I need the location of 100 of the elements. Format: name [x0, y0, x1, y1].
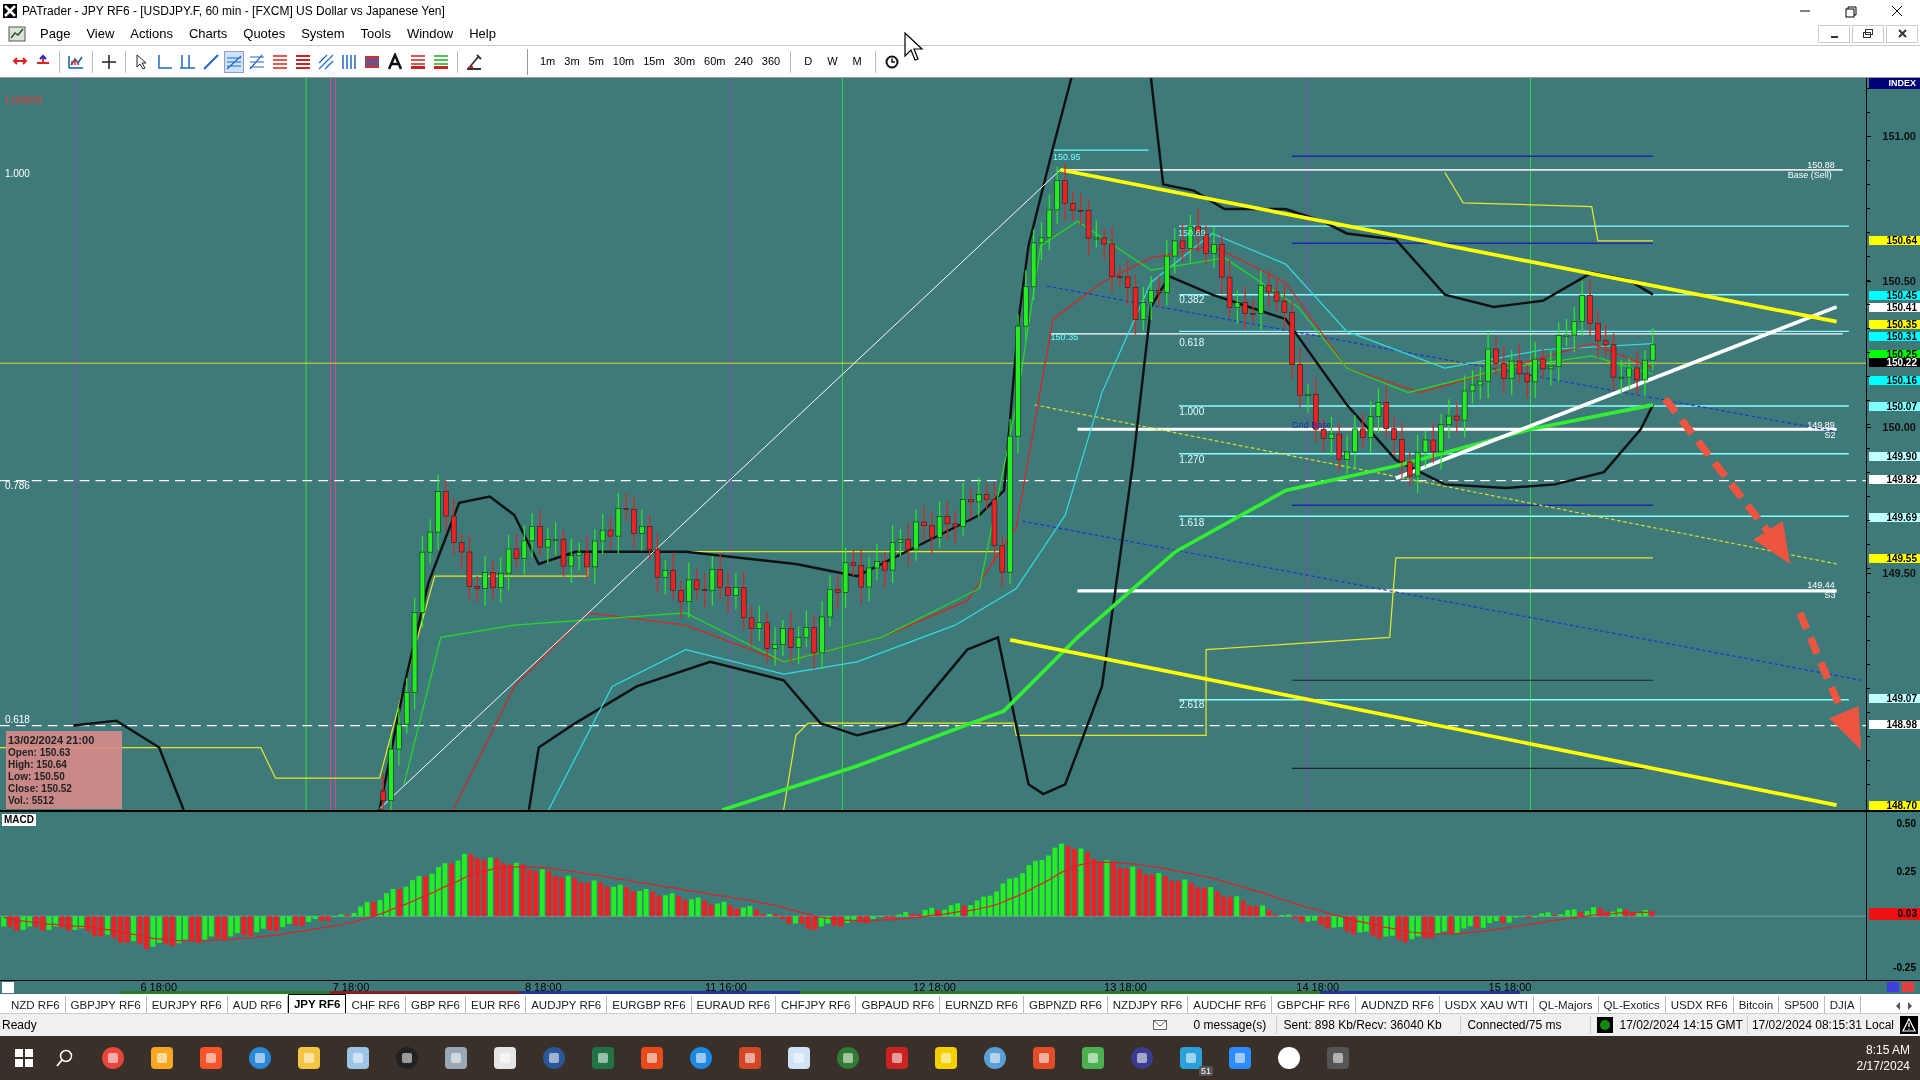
- symbol-tab[interactable]: AUDCHF RF6: [1188, 996, 1273, 1013]
- taskbar-app-icon[interactable]: [1129, 1046, 1154, 1070]
- taskbar-app-icon[interactable]: [884, 1046, 909, 1070]
- app-logo-icon: [3, 4, 17, 18]
- traffic-status: Sent: 898 Kb/Recv: 36040 Kb: [1277, 1016, 1462, 1034]
- mdi-restore-button[interactable]: [1852, 24, 1884, 43]
- symbol-tab[interactable]: SP500: [1779, 996, 1825, 1013]
- price-badge: 150.25: [1869, 349, 1920, 359]
- menu-item[interactable]: System: [293, 23, 353, 44]
- menu-item[interactable]: Page: [32, 23, 79, 44]
- taskbar-app-icon[interactable]: [541, 1046, 566, 1070]
- taskbar-app-icon[interactable]: [1080, 1046, 1105, 1070]
- symbol-tab[interactable]: DJIA: [1824, 996, 1861, 1013]
- messages-status: 0 message(s): [1181, 1016, 1278, 1034]
- menu-item[interactable]: Window: [398, 23, 462, 44]
- symbol-tab[interactable]: EURNZD RF6: [940, 996, 1024, 1013]
- taskbar-app-icon[interactable]: [345, 1046, 370, 1070]
- taskbar-app-icon[interactable]: [443, 1046, 468, 1070]
- parallel-lines-tool-icon[interactable]: [224, 50, 244, 73]
- taskbar-app-icon[interactable]: [492, 1046, 517, 1070]
- locked-label: Locked: [6, 93, 42, 105]
- taskbar-app-icon[interactable]: [198, 1046, 223, 1070]
- timeframe-button[interactable]: 1m: [537, 53, 559, 70]
- menu-item[interactable]: View: [78, 23, 123, 44]
- timeframe-button[interactable]: 10m: [609, 53, 638, 70]
- symbol-tab[interactable]: QL-Majors: [1533, 996, 1599, 1013]
- mdi-close-button[interactable]: [1886, 24, 1918, 43]
- period-button[interactable]: D: [798, 53, 819, 70]
- symbol-tab[interactable]: EURJPY RF6: [146, 996, 228, 1013]
- taskbar-app-icon[interactable]: [1227, 1046, 1252, 1070]
- symbol-tab[interactable]: CHF RF6: [346, 996, 406, 1013]
- timeframe-button[interactable]: 240: [731, 53, 756, 70]
- taskbar-app-icon[interactable]: [296, 1046, 321, 1070]
- date-label: 11 16:00: [704, 981, 747, 994]
- taskbar-app-icon[interactable]: [688, 1046, 713, 1070]
- price-badge: 149.69: [1869, 512, 1920, 522]
- menu-item[interactable]: Charts: [180, 23, 236, 44]
- taskbar-app-icon[interactable]: [982, 1046, 1007, 1070]
- taskbar-app-icon[interactable]: [1178, 1046, 1203, 1070]
- symbol-tab[interactable]: USDX XAU WTI: [1439, 996, 1534, 1013]
- price-badge: 149.55: [1869, 553, 1920, 563]
- symbol-tab[interactable]: EUR RF6: [465, 996, 527, 1013]
- symbol-tab[interactable]: AUDNZD RF6: [1355, 996, 1440, 1013]
- symbol-tab[interactable]: CHFJPY RF6: [776, 996, 857, 1013]
- timeframe-button[interactable]: 360: [758, 53, 784, 70]
- timeframe-button[interactable]: 5m: [585, 53, 607, 70]
- fib-level-label: 1.618: [1179, 517, 1205, 528]
- menu-item[interactable]: Tools: [352, 23, 399, 44]
- symbol-tab[interactable]: Bitcoin: [1733, 996, 1780, 1013]
- taskbar-app-icon[interactable]: [835, 1046, 860, 1070]
- symbol-tab[interactable]: JPY RF6: [287, 994, 347, 1013]
- taskbar-app-icon[interactable]: [394, 1046, 419, 1070]
- symbol-tab[interactable]: EURGBP RF6: [607, 996, 692, 1013]
- macd-value-badge: 0.03: [1869, 908, 1920, 920]
- price-tick-label: 149.50: [1882, 566, 1916, 579]
- taskbar-app-icon[interactable]: [149, 1046, 174, 1070]
- price-badge: 150.45: [1869, 291, 1920, 301]
- taskbar-date: 2/17/2024: [1856, 1058, 1910, 1074]
- taskbar-app-icon[interactable]: [1031, 1046, 1056, 1070]
- taskbar-app-icon[interactable]: [933, 1046, 958, 1070]
- symbol-tab[interactable]: GBP RF6: [405, 996, 466, 1013]
- timeframe-button[interactable]: 60m: [701, 53, 729, 70]
- symbol-tab[interactable]: GBPCHF RF6: [1272, 996, 1356, 1013]
- mdi-minimize-button[interactable]: [1818, 24, 1850, 43]
- fib-level-label: 0.618: [4, 714, 30, 725]
- menu-item[interactable]: Help: [461, 23, 504, 44]
- symbol-tab[interactable]: AUDJPY RF6: [526, 996, 608, 1013]
- date-label: 6 18:00: [140, 981, 178, 994]
- fib-level-label: 2.618: [1179, 700, 1205, 711]
- symbol-tab[interactable]: NZDJPY RF6: [1107, 996, 1189, 1013]
- menu-item[interactable]: Quotes: [235, 23, 294, 44]
- period-button[interactable]: W: [821, 53, 844, 70]
- taskbar-app-icon[interactable]: [1276, 1046, 1301, 1070]
- symbol-tab[interactable]: USDX RF6: [1665, 996, 1734, 1013]
- symbol-tab[interactable]: QL-Exotics: [1598, 996, 1666, 1013]
- symbol-tab[interactable]: NZD RF6: [6, 996, 66, 1013]
- timeframe-button[interactable]: 3m: [561, 53, 583, 70]
- macd-tick-label: -0.25: [1893, 962, 1916, 974]
- symbol-tab[interactable]: EURAUD RF6: [691, 996, 777, 1013]
- symbol-tab[interactable]: AUD RF6: [227, 996, 288, 1013]
- taskbar-app-icon[interactable]: [639, 1046, 664, 1070]
- menu-item[interactable]: Actions: [122, 23, 181, 44]
- taskbar-app-icon[interactable]: [590, 1046, 615, 1070]
- symbol-tab[interactable]: GBPAUD RF6: [856, 996, 941, 1013]
- timeframe-button[interactable]: 30m: [670, 53, 699, 70]
- chart-annotation: S3: [1824, 591, 1836, 601]
- connection-status: Connected/75 ms: [1461, 1016, 1592, 1034]
- symbol-tab[interactable]: GBPNZD RF6: [1023, 996, 1108, 1013]
- symbol-tab[interactable]: GBPJPY RF6: [65, 996, 147, 1013]
- taskbar-app-icon[interactable]: [786, 1046, 811, 1070]
- taskbar-app-icon[interactable]: [737, 1046, 762, 1070]
- price-badge: 148.70: [1869, 801, 1920, 811]
- period-button[interactable]: M: [846, 53, 868, 70]
- chart-annotation: S2: [1824, 430, 1836, 440]
- taskbar-app-icon[interactable]: [247, 1046, 272, 1070]
- price-badge: 149.90: [1869, 451, 1920, 461]
- taskbar-app-icon[interactable]: [1325, 1046, 1350, 1070]
- taskbar-app-icon[interactable]: [100, 1046, 125, 1070]
- timeframe-button[interactable]: 15m: [640, 53, 668, 70]
- gmt-time: 17/02/2024 14:15 GMT: [1613, 1016, 1748, 1034]
